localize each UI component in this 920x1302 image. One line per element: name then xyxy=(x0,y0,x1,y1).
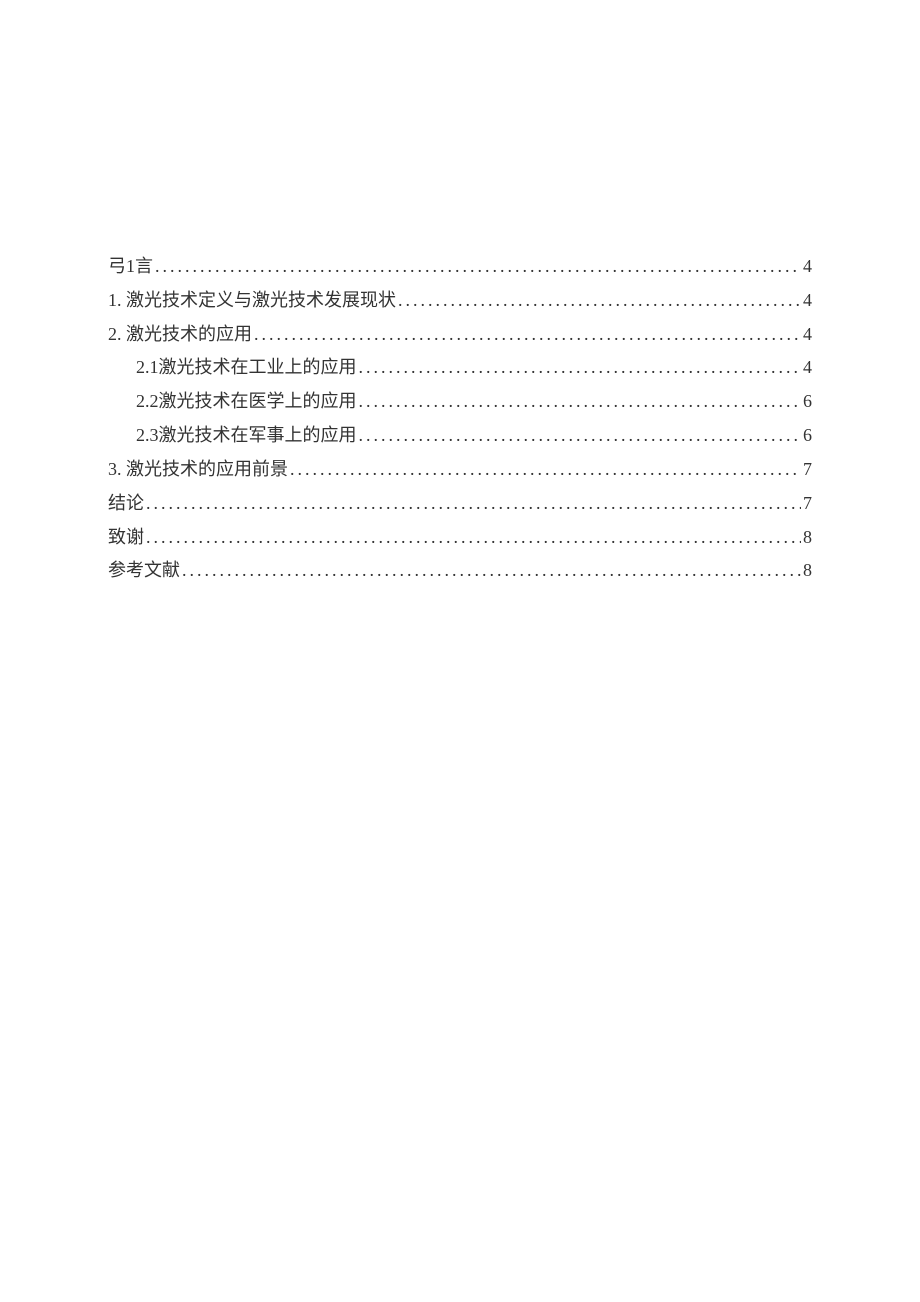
toc-entry-label: 致谢 xyxy=(108,521,144,555)
toc-entry[interactable]: 2.3激光技术在军事上的应用 6 xyxy=(108,419,812,453)
toc-entry[interactable]: 致谢 8 xyxy=(108,521,812,555)
toc-leader xyxy=(357,351,802,385)
toc-entry[interactable]: 结论 7 xyxy=(108,487,812,521)
toc-entry[interactable]: 2.1激光技术在工业上的应用 4 xyxy=(108,351,812,385)
toc-entry-page: 6 xyxy=(801,419,812,453)
toc-entry-label: 2. 激光技术的应用 xyxy=(108,318,252,352)
toc-leader xyxy=(357,385,802,419)
toc-entry[interactable]: 2.2激光技术在医学上的应用 6 xyxy=(108,385,812,419)
toc-entry-label: 1. 激光技术定义与激光技术发展现状 xyxy=(108,284,396,318)
toc-leader xyxy=(252,318,801,352)
toc-entry[interactable]: 1. 激光技术定义与激光技术发展现状 4 xyxy=(108,284,812,318)
toc-entry-page: 4 xyxy=(801,318,812,352)
toc-entry-page: 4 xyxy=(801,284,812,318)
toc-leader xyxy=(357,419,802,453)
toc-leader xyxy=(180,554,801,588)
toc-entry-page: 8 xyxy=(801,521,812,555)
toc-entry-label: 2.3激光技术在军事上的应用 xyxy=(136,419,357,453)
toc-entry-page: 8 xyxy=(801,554,812,588)
toc-leader xyxy=(144,521,801,555)
toc-entry[interactable]: 3. 激光技术的应用前景 7 xyxy=(108,453,812,487)
toc-entry[interactable]: 2. 激光技术的应用 4 xyxy=(108,318,812,352)
toc-entry-label: 2.2激光技术在医学上的应用 xyxy=(136,385,357,419)
toc-entry-label: 弓1言 xyxy=(108,250,153,284)
toc-entry-label: 结论 xyxy=(108,487,144,521)
toc-entry-page: 4 xyxy=(801,250,812,284)
toc-entry-page: 6 xyxy=(801,385,812,419)
toc-entry-page: 7 xyxy=(801,453,812,487)
toc-leader xyxy=(153,250,801,284)
toc-leader xyxy=(288,453,801,487)
toc-leader xyxy=(396,284,801,318)
toc-entry-label: 3. 激光技术的应用前景 xyxy=(108,453,288,487)
toc-entry[interactable]: 参考文献 8 xyxy=(108,554,812,588)
toc-entry-page: 4 xyxy=(801,351,812,385)
toc-entry[interactable]: 弓1言 4 xyxy=(108,250,812,284)
table-of-contents: 弓1言 4 1. 激光技术定义与激光技术发展现状 4 2. 激光技术的应用 4 … xyxy=(108,250,812,588)
toc-entry-page: 7 xyxy=(801,487,812,521)
toc-entry-label: 2.1激光技术在工业上的应用 xyxy=(136,351,357,385)
toc-leader xyxy=(144,487,801,521)
toc-entry-label: 参考文献 xyxy=(108,554,180,588)
